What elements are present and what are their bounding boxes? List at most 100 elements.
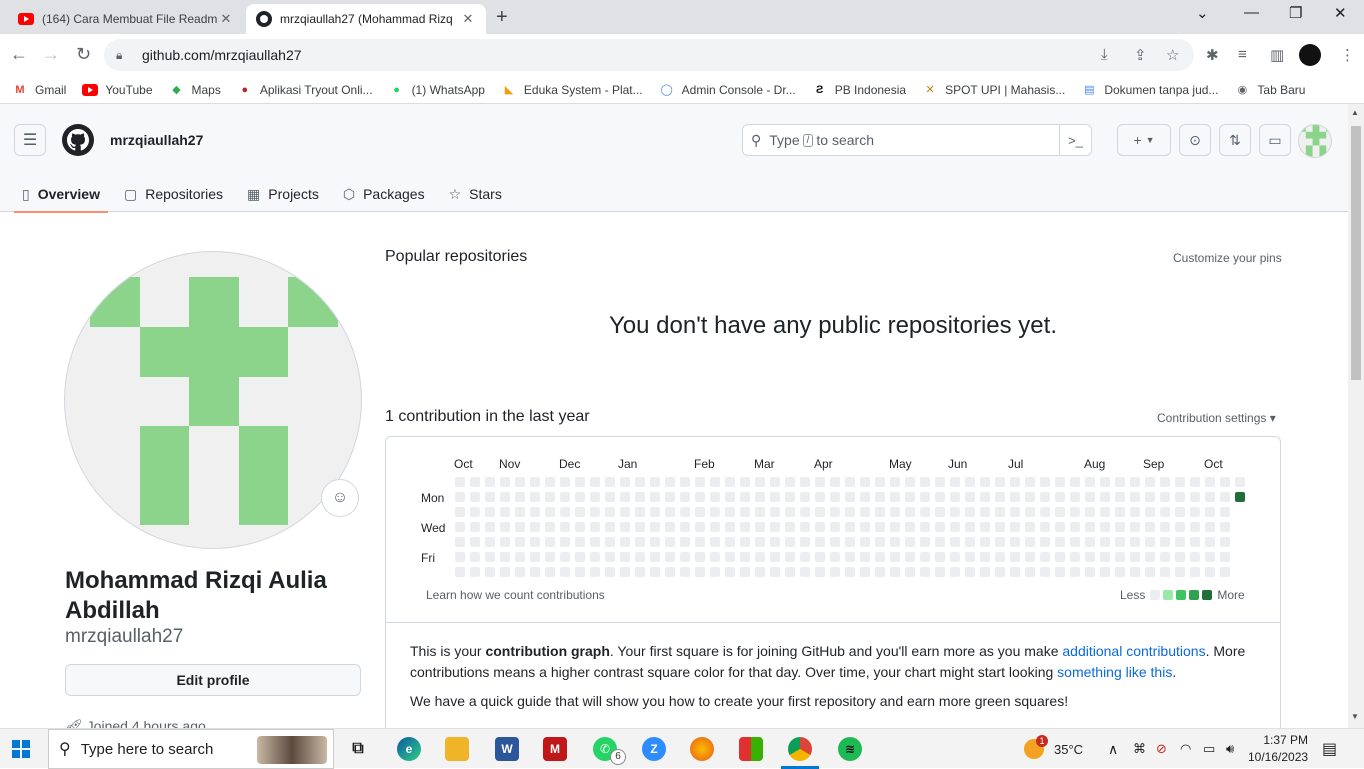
contribution-day[interactable] [1040,507,1050,517]
contribution-settings-dropdown[interactable]: Contribution settings ▾ [1157,411,1276,425]
contribution-day[interactable] [515,507,525,517]
word-icon[interactable]: W [495,737,519,761]
contribution-day[interactable] [800,492,810,502]
contribution-day[interactable] [575,567,585,577]
contribution-day[interactable] [620,477,630,487]
contribution-day[interactable] [875,477,885,487]
contribution-day[interactable] [710,552,720,562]
windows-start-icon[interactable] [12,740,30,758]
contribution-day[interactable] [1145,537,1155,547]
contribution-day[interactable] [1175,552,1185,562]
contribution-day[interactable] [1025,537,1035,547]
contribution-day[interactable] [1115,537,1125,547]
contribution-day[interactable] [740,537,750,547]
contribution-day[interactable] [1190,537,1200,547]
contribution-day-active[interactable] [1235,492,1245,502]
contribution-day[interactable] [710,522,720,532]
contribution-day[interactable] [890,537,900,547]
contribution-day[interactable] [1220,522,1230,532]
side-panel-icon[interactable]: ▥ [1270,46,1284,64]
contribution-day[interactable] [785,477,795,487]
contribution-day[interactable] [995,552,1005,562]
contribution-day[interactable] [1145,552,1155,562]
contribution-day[interactable] [725,492,735,502]
contribution-day[interactable] [935,522,945,532]
contribution-day[interactable] [725,522,735,532]
contribution-day[interactable] [635,492,645,502]
contribution-day[interactable] [785,522,795,532]
contribution-day[interactable] [455,492,465,502]
contribution-day[interactable] [1145,522,1155,532]
contribution-day[interactable] [1160,522,1170,532]
contribution-day[interactable] [890,492,900,502]
contribution-day[interactable] [860,537,870,547]
contribution-day[interactable] [1205,477,1215,487]
contribution-day[interactable] [695,492,705,502]
contribution-day[interactable] [1055,477,1065,487]
contribution-day[interactable] [1160,567,1170,577]
contribution-day[interactable] [860,552,870,562]
contribution-day[interactable] [890,477,900,487]
contribution-day[interactable] [1130,507,1140,517]
contribution-day[interactable] [815,522,825,532]
contribution-day[interactable] [605,492,615,502]
reload-icon[interactable]: ↻ [76,44,91,65]
contribution-day[interactable] [740,477,750,487]
back-icon[interactable]: ← [10,44,28,65]
contribution-day[interactable] [530,552,540,562]
contribution-day[interactable] [1010,522,1020,532]
contribution-day[interactable] [860,507,870,517]
media-icon[interactable]: ≡ [1238,46,1247,63]
contribution-day[interactable] [725,567,735,577]
contribution-day[interactable] [920,522,930,532]
contribution-day[interactable] [650,507,660,517]
contribution-day[interactable] [935,567,945,577]
contribution-day[interactable] [1040,567,1050,577]
contribution-day[interactable] [1130,537,1140,547]
contribution-day[interactable] [605,477,615,487]
contribution-day[interactable] [1070,477,1080,487]
contribution-day[interactable] [680,537,690,547]
contribution-day[interactable] [665,522,675,532]
install-icon[interactable]: ⤓ [1101,46,1108,63]
contribution-day[interactable] [650,537,660,547]
contribution-day[interactable] [665,492,675,502]
contribution-day[interactable] [830,567,840,577]
contribution-day[interactable] [1160,537,1170,547]
contribution-day[interactable] [1025,567,1035,577]
contribution-day[interactable] [470,477,480,487]
contribution-day[interactable] [890,522,900,532]
contribution-day[interactable] [515,522,525,532]
edge-icon[interactable]: e [397,737,421,761]
contribution-day[interactable] [1205,537,1215,547]
contribution-day[interactable] [710,492,720,502]
contribution-day[interactable] [560,552,570,562]
contribution-day[interactable] [1160,477,1170,487]
contribution-day[interactable] [500,477,510,487]
contribution-day[interactable] [695,477,705,487]
contribution-day[interactable] [515,492,525,502]
contribution-day[interactable] [845,477,855,487]
contribution-day[interactable] [695,567,705,577]
bookmark-gmail[interactable]: M Gmail [12,83,66,97]
contribution-day[interactable] [785,552,795,562]
contribution-day[interactable] [875,522,885,532]
contribution-day[interactable] [665,507,675,517]
contribution-day[interactable] [725,552,735,562]
contribution-day[interactable] [725,507,735,517]
contribution-day[interactable] [665,552,675,562]
search-input[interactable]: ⚲ Type / to search >_ [742,124,1092,156]
contribution-day[interactable] [1205,507,1215,517]
contribution-day[interactable] [755,567,765,577]
contribution-day[interactable] [1235,477,1245,487]
contribution-day[interactable] [1085,507,1095,517]
contribution-day[interactable] [560,537,570,547]
contribution-day[interactable] [965,477,975,487]
contribution-day[interactable] [485,567,495,577]
new-tab-icon[interactable]: + [496,6,508,29]
scroll-down-icon[interactable]: ▼ [1351,712,1359,721]
contribution-day[interactable] [740,552,750,562]
contribution-day[interactable] [1055,552,1065,562]
contribution-day[interactable] [680,492,690,502]
contribution-day[interactable] [755,507,765,517]
